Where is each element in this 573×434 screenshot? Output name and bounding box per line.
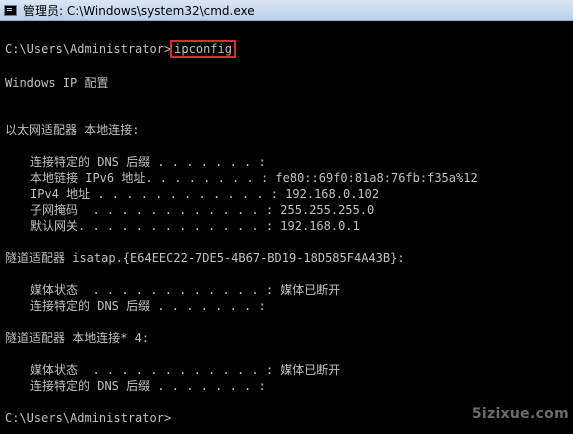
window-title: 管理员: C:\Windows\system32\cmd.exe xyxy=(23,3,255,18)
prompt-line: C:\Users\Administrator> xyxy=(5,411,172,425)
eth-subnet-line: 子网掩码 . . . . . . . . . . . . : 255.255.2… xyxy=(30,203,375,217)
command-text: ipconfig xyxy=(170,40,236,58)
prompt: C:\Users\Administrator> xyxy=(5,42,172,56)
tunnel2-dns-suffix-line: 连接特定的 DNS 后缀 . . . . . . . : xyxy=(30,379,266,393)
title-bar[interactable]: 管理员: C:\Windows\system32\cmd.exe xyxy=(0,0,573,21)
eth-ipv4-line: IPv4 地址 . . . . . . . . . . . . : 192.16… xyxy=(30,187,380,201)
eth-dns-suffix-line: 连接特定的 DNS 后缀 . . . . . . . : xyxy=(30,155,266,169)
eth-gateway-line: 默认网关. . . . . . . . . . . . . : 192.168.… xyxy=(30,219,360,233)
watermark: 5izixue.com xyxy=(471,406,569,422)
console-output[interactable]: C:\Users\Administrator> ipconfig Windows … xyxy=(0,21,573,434)
ip-config-header: Windows IP 配置 xyxy=(5,76,109,90)
tunnel1-media-state-line: 媒体状态 . . . . . . . . . . . . : 媒体已断开 xyxy=(30,283,341,297)
tunnel1-dns-suffix-line: 连接特定的 DNS 后缀 . . . . . . . : xyxy=(30,299,266,313)
cmd-console-icon xyxy=(4,4,17,16)
command-line: C:\Users\Administrator> ipconfig xyxy=(5,40,236,58)
tunnel-local-section-title: 隧道适配器 本地连接* 4: xyxy=(5,331,150,345)
tunnel-isatap-section-title: 隧道适配器 isatap.{E64EEC22-7DE5-4B67-BD19-18… xyxy=(5,251,405,265)
eth-ipv6-line: 本地链接 IPv6 地址. . . . . . . . : fe80::69f0… xyxy=(30,171,478,185)
tunnel2-media-state-line: 媒体状态 . . . . . . . . . . . . : 媒体已断开 xyxy=(30,363,341,377)
ethernet-section-title: 以太网适配器 本地连接: xyxy=(5,123,140,137)
